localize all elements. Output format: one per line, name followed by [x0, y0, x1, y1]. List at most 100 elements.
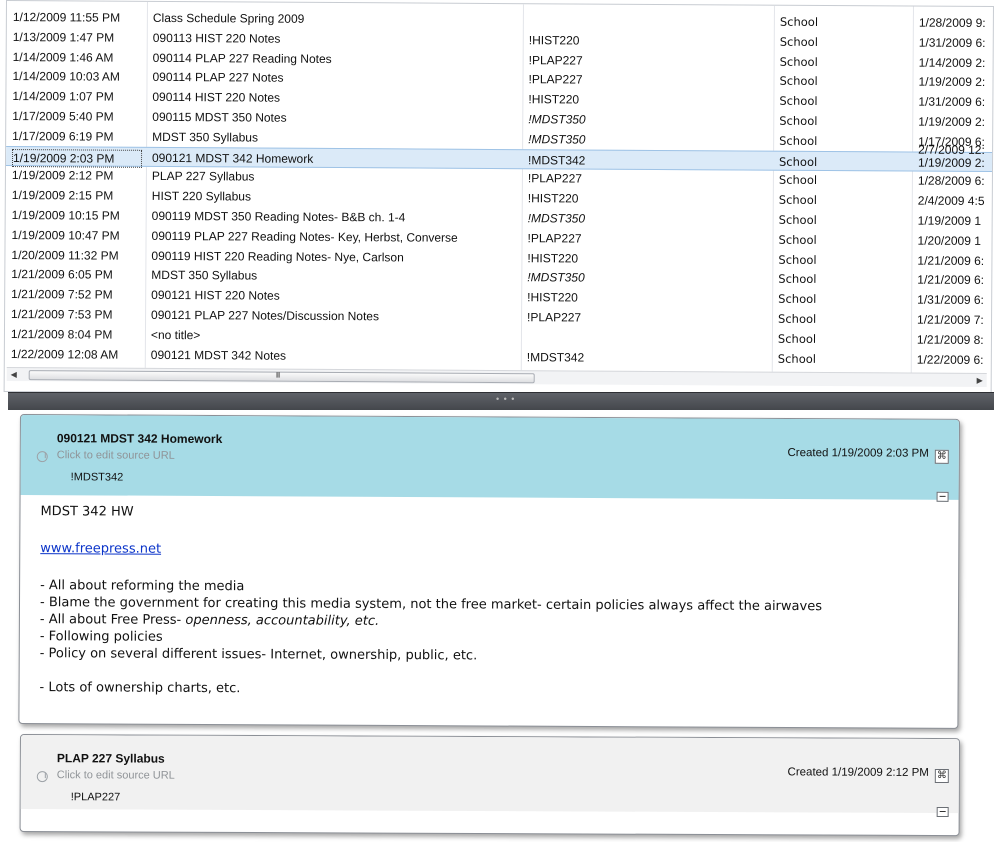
- tag-cell: !PLAP227: [527, 310, 582, 325]
- pane-splitter[interactable]: • • •: [8, 392, 994, 410]
- created-cell: 1/14/2009 10:03 AM: [12, 69, 120, 85]
- title-cell: 090114 PLAP 227 Reading Notes: [152, 50, 332, 66]
- expand-note-icon[interactable]: ⌘: [934, 449, 949, 464]
- updated-cell: 1/21/2009 6:: [917, 253, 985, 268]
- note-header: 090121 MDST 342 Homework Click to edit s…: [20, 415, 959, 502]
- title-cell: 090121 HIST 220 Notes: [151, 288, 280, 303]
- notebook-cell: School: [779, 113, 818, 128]
- title-cell: <no title>: [150, 327, 201, 342]
- source-url-field[interactable]: Click to edit source URL: [57, 769, 175, 782]
- notebook-cell: School: [778, 173, 818, 188]
- updated-cell: 1/20/2009 1: [917, 233, 981, 248]
- tag-cell: !PLAP227: [528, 52, 583, 68]
- updated-cell: 1/19/2009 1: [917, 213, 982, 228]
- source-url-field[interactable]: Click to edit source URL: [57, 449, 175, 462]
- updated-cell: 1/19/2009 2:: [918, 114, 986, 129]
- updated-cell: 1/19/2009 2:: [918, 74, 986, 90]
- tag-cell: [529, 12, 769, 13]
- notebook-cell: School: [778, 252, 817, 267]
- note-body-heading: MDST 342 HW: [40, 504, 134, 520]
- note-title[interactable]: 090121 MDST 342 Homework: [57, 431, 222, 446]
- created-cell: 1/14/2009 1:07 PM: [12, 89, 114, 104]
- notebook-cell: School: [778, 192, 818, 208]
- title-cell: 090119 PLAP 227 Reading Notes- Key, Herb…: [151, 228, 458, 245]
- tag-cell: !MDST342: [526, 349, 585, 365]
- created-cell: 1/21/2009 6:05 PM: [11, 267, 113, 283]
- tag-cell: !HIST220: [528, 32, 580, 48]
- tag-cell: !PLAP227: [528, 72, 583, 87]
- note-header: PLAP 227 Syllabus Click to edit source U…: [20, 735, 959, 818]
- title-cell: 090115 MDST 350 Notes: [152, 109, 287, 125]
- title-cell: MDST 350 Syllabus: [152, 129, 259, 145]
- created-cell: 1/19/2009 10:15 PM: [11, 208, 120, 223]
- updated-cell: 1/31/2009 6:: [918, 35, 986, 50]
- tag-cell: [527, 329, 767, 330]
- note-title[interactable]: PLAP 227 Syllabus: [57, 751, 165, 765]
- title-cell: 090114 HIST 220 Notes: [152, 90, 281, 105]
- created-cell: 1/12/2009 11:55 PM: [12, 10, 121, 25]
- title-cell: 090121 PLAP 227 Notes/Discussion Notes: [151, 307, 380, 324]
- updated-cell: 1/28/2009 6:: [917, 173, 985, 189]
- notebook-cell: School: [779, 93, 818, 109]
- updated-cell: 1/31/2009 6:: [917, 292, 984, 308]
- tag-cell: !HIST220: [528, 92, 580, 107]
- created-cell: 1/17/2009 5:40 PM: [12, 109, 114, 124]
- horizontal-scrollbar[interactable]: ◀ III ▶: [6, 367, 987, 388]
- note-body-emphasis: openness, accountability, etc.: [185, 612, 380, 629]
- created-cell: 1/14/2009 1:46 AM: [12, 49, 114, 65]
- notebook-cell: School: [779, 54, 818, 69]
- notebook-cell: School: [778, 154, 818, 169]
- notebook-cell: School: [778, 311, 817, 326]
- scrollbar-grip: III: [275, 370, 280, 380]
- collapse-note-icon[interactable]: [936, 491, 949, 502]
- note-list: 1/12/2009 11:55 PM Class Schedule Spring …: [3, 0, 994, 399]
- notebook-cell: School: [778, 291, 817, 307]
- created-cell: 1/21/2009 8:04 PM: [10, 326, 113, 342]
- updated-cell: 1/31/2009 6:: [918, 94, 986, 110]
- tag-cell: !HIST220: [527, 250, 579, 266]
- tag-cell: !HIST220: [527, 191, 579, 206]
- created-cell: 1/22/2009 12:08 AM: [10, 346, 119, 362]
- note-card[interactable]: PLAP 227 Syllabus Click to edit source U…: [19, 734, 960, 837]
- title-cell: MDST 350 Syllabus: [151, 268, 258, 283]
- created-cell: 1/17/2009 6:19 PM: [12, 128, 114, 144]
- title-cell: PLAP 227 Syllabus: [151, 169, 255, 184]
- created-cell: 1/13/2009 1:47 PM: [12, 29, 115, 45]
- tag-cell: !PLAP227: [527, 230, 582, 246]
- created-cell: 1/20/2009 11:32 PM: [11, 247, 119, 263]
- expand-note-icon[interactable]: ⌘: [934, 768, 949, 784]
- notebook-cell: School: [779, 34, 818, 49]
- splitter-grip-icon: • • •: [496, 394, 516, 404]
- scrollbar-thumb[interactable]: III: [28, 370, 535, 384]
- note-card-active[interactable]: 090121 MDST 342 Homework Click to edit s…: [18, 414, 960, 729]
- title-cell: HIST 220 Syllabus: [151, 189, 252, 204]
- title-cell: 090121 MDST 342 Notes: [150, 347, 287, 363]
- notebook-cell: School: [779, 74, 818, 89]
- note-body[interactable]: MDST 342 HW www.freepress.net - All abou…: [40, 503, 941, 701]
- tag-cell: !MDST350: [528, 131, 586, 147]
- updated-cell: 1/14/2009 2:: [918, 55, 986, 70]
- created-cell: 1/21/2009 7:53 PM: [11, 307, 113, 322]
- scroll-right-arrow-icon[interactable]: ▶: [973, 374, 987, 388]
- title-cell: 090119 MDST 350 Reading Notes- B&B ch. 1…: [151, 208, 406, 225]
- scroll-left-arrow-icon[interactable]: ◀: [7, 368, 21, 382]
- note-body-line: - Lots of ownership charts, etc.: [39, 680, 241, 697]
- source-url-icon: [36, 451, 48, 463]
- notebook-cell: School: [778, 272, 817, 287]
- note-body-line-text: - All about Free Press-: [39, 612, 186, 628]
- updated-cell: 2/7/2009 12:: [918, 142, 985, 157]
- title-cell: 090119 HIST 220 Reading Notes- Nye, Carl…: [151, 248, 404, 265]
- title-cell: 090113 HIST 220 Notes: [152, 30, 281, 46]
- note-body-link[interactable]: www.freepress.net: [40, 540, 940, 562]
- notebook-cell: School: [779, 133, 818, 148]
- notebook-cell: School: [778, 232, 817, 247]
- tag-cell: !MDST342: [527, 152, 586, 168]
- tag-cell: !MDST350: [528, 112, 586, 127]
- notebook-cell: School: [777, 331, 817, 346]
- updated-cell: 1/21/2009 7:: [917, 312, 984, 327]
- collapse-note-icon[interactable]: [936, 807, 949, 818]
- notebook-cell: School: [778, 212, 817, 227]
- note-tag[interactable]: !MDST342: [71, 471, 124, 483]
- notebook-cell: School: [779, 14, 819, 29]
- note-tag[interactable]: !PLAP227: [71, 791, 121, 803]
